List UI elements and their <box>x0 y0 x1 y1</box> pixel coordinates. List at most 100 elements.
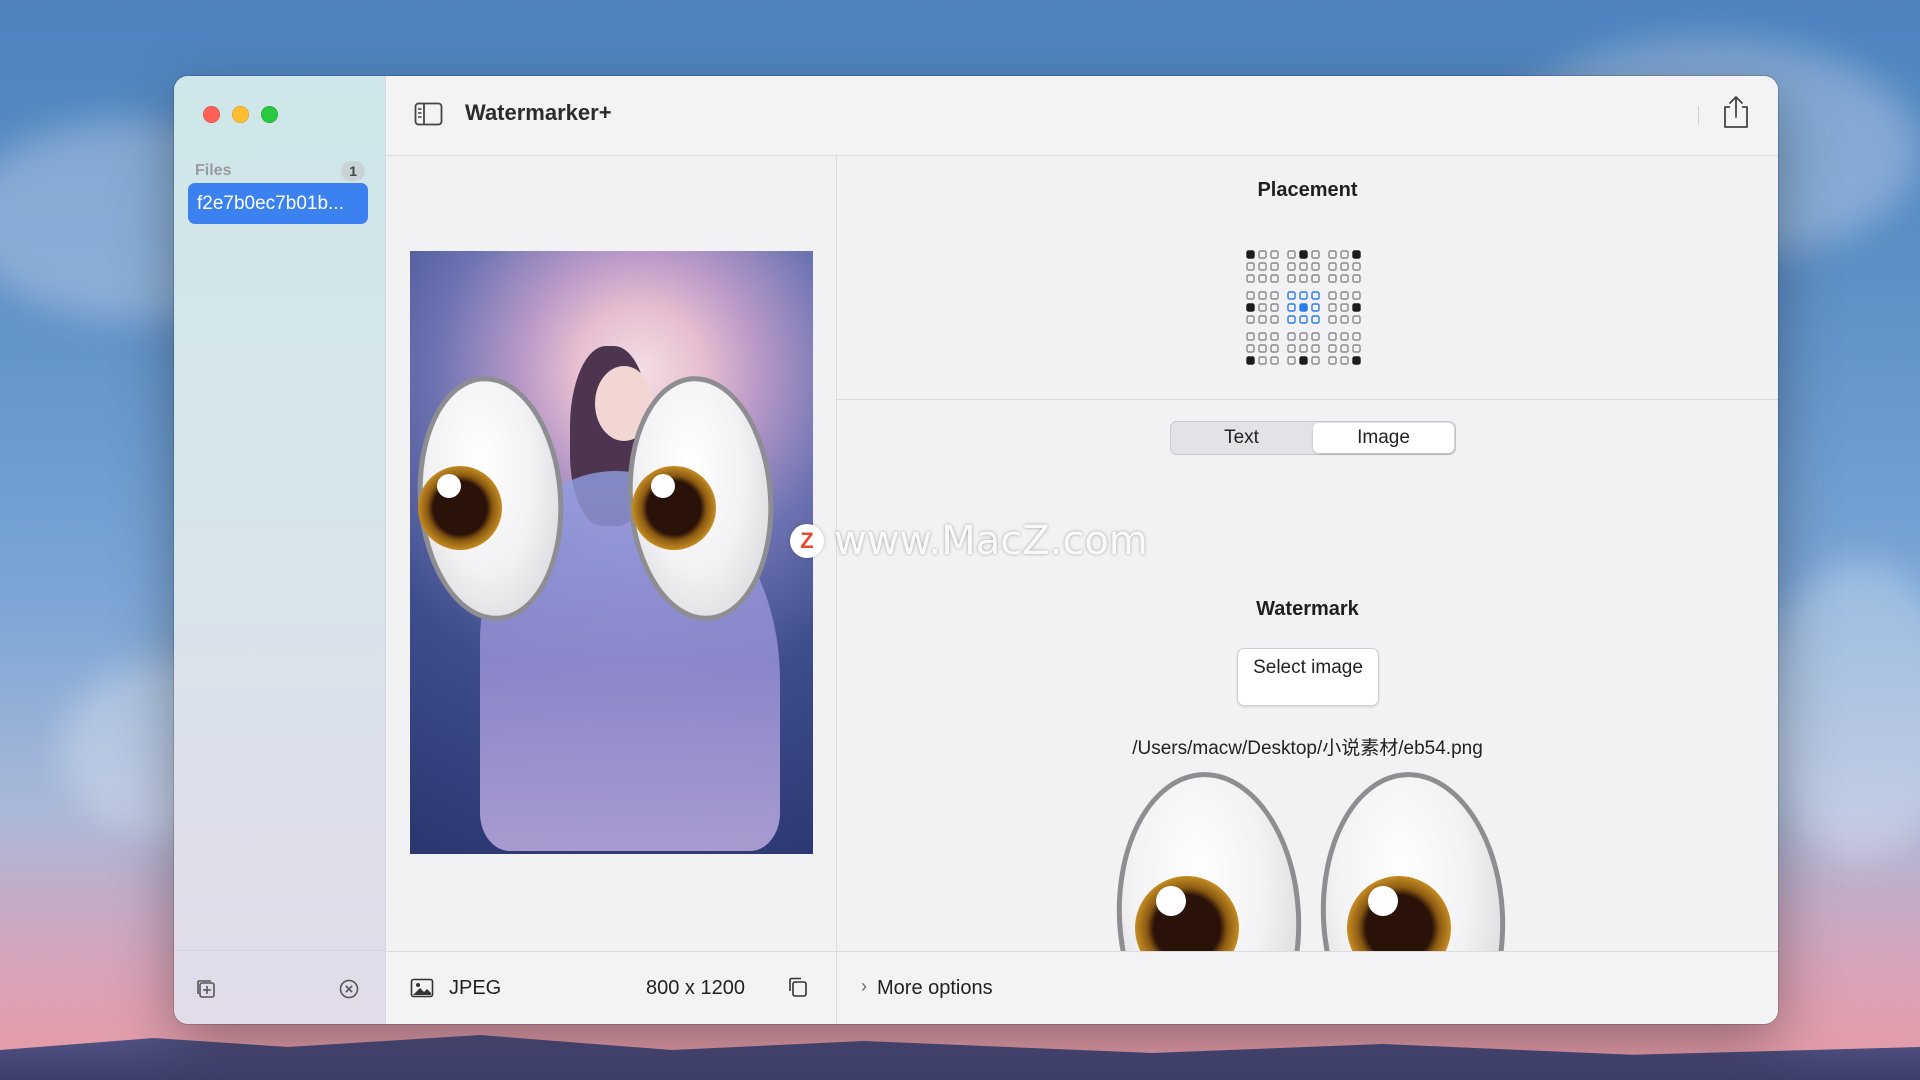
placement-cell[interactable] <box>1270 303 1279 312</box>
placement-cell[interactable] <box>1352 303 1361 312</box>
placement-cell[interactable] <box>1340 356 1349 365</box>
placement-cell[interactable] <box>1311 332 1320 341</box>
placement-cell[interactable] <box>1340 344 1349 353</box>
placement-title: Placement <box>1257 179 1358 201</box>
placement-cell[interactable] <box>1270 356 1279 365</box>
placement-cell-center[interactable] <box>1311 315 1320 324</box>
placement-cell[interactable] <box>1311 262 1320 271</box>
placement-cell[interactable] <box>1299 274 1308 283</box>
placement-cell[interactable] <box>1270 344 1279 353</box>
placement-cell[interactable] <box>1299 332 1308 341</box>
placement-cell[interactable] <box>1270 315 1279 324</box>
placement-cell[interactable] <box>1258 291 1267 300</box>
placement-cell[interactable] <box>1299 356 1308 365</box>
zoom-window-button[interactable] <box>261 106 278 123</box>
placement-cell[interactable] <box>1287 250 1296 259</box>
placement-cell[interactable] <box>1352 332 1361 341</box>
placement-grid[interactable] <box>1246 250 1370 378</box>
placement-cell[interactable] <box>1258 303 1267 312</box>
close-window-button[interactable] <box>203 106 220 123</box>
placement-cell[interactable] <box>1311 356 1320 365</box>
preview-image[interactable] <box>410 251 813 854</box>
placement-cell[interactable] <box>1340 332 1349 341</box>
placement-cell[interactable] <box>1246 315 1255 324</box>
more-options-toggle[interactable]: More options <box>877 977 993 1000</box>
placement-cell[interactable] <box>1340 250 1349 259</box>
placement-cell-center[interactable] <box>1299 315 1308 324</box>
placement-cell-center[interactable] <box>1287 315 1296 324</box>
placement-cell[interactable] <box>1340 262 1349 271</box>
placement-cell-center[interactable] <box>1311 291 1320 300</box>
placement-cell[interactable] <box>1258 274 1267 283</box>
files-section-header: Files 1 <box>195 160 365 182</box>
placement-cell[interactable] <box>1328 344 1337 353</box>
placement-cell[interactable] <box>1258 332 1267 341</box>
placement-cell[interactable] <box>1311 250 1320 259</box>
chevron-right-icon[interactable]: › <box>861 976 867 997</box>
placement-cell[interactable] <box>1258 262 1267 271</box>
placement-cell[interactable] <box>1287 344 1296 353</box>
placement-cell[interactable] <box>1246 332 1255 341</box>
placement-cell[interactable] <box>1258 315 1267 324</box>
placement-cell[interactable] <box>1299 344 1308 353</box>
placement-cell[interactable] <box>1270 332 1279 341</box>
placement-cell[interactable] <box>1328 250 1337 259</box>
placement-cell[interactable] <box>1352 250 1361 259</box>
placement-cell-center[interactable] <box>1311 303 1320 312</box>
placement-cell[interactable] <box>1246 262 1255 271</box>
placement-cell[interactable] <box>1246 274 1255 283</box>
placement-cell[interactable] <box>1340 274 1349 283</box>
placement-cell[interactable] <box>1352 274 1361 283</box>
placement-cell[interactable] <box>1287 332 1296 341</box>
placement-cell-center[interactable] <box>1287 303 1296 312</box>
file-list-item[interactable]: f2e7b0ec7b01b... <box>188 183 368 224</box>
placement-cell[interactable] <box>1246 303 1255 312</box>
placement-cell[interactable] <box>1270 291 1279 300</box>
watermark-mode-segmented-control[interactable]: Text Image <box>1170 421 1456 455</box>
placement-cell[interactable] <box>1258 250 1267 259</box>
copy-icon[interactable] <box>787 976 809 998</box>
placement-cell[interactable] <box>1352 344 1361 353</box>
placement-cell[interactable] <box>1340 303 1349 312</box>
placement-cell[interactable] <box>1352 356 1361 365</box>
placement-cell[interactable] <box>1299 250 1308 259</box>
placement-cell[interactable] <box>1311 344 1320 353</box>
sidebar-icon[interactable] <box>414 102 443 126</box>
placement-cell[interactable] <box>1311 274 1320 283</box>
share-icon[interactable] <box>1720 94 1752 130</box>
tab-image[interactable]: Image <box>1313 423 1454 453</box>
placement-cell[interactable] <box>1328 303 1337 312</box>
placement-cell[interactable] <box>1287 262 1296 271</box>
placement-cell[interactable] <box>1246 250 1255 259</box>
remove-icon[interactable] <box>338 978 360 1000</box>
placement-cell[interactable] <box>1352 291 1361 300</box>
placement-cell[interactable] <box>1340 291 1349 300</box>
placement-cell[interactable] <box>1340 315 1349 324</box>
placement-cell[interactable] <box>1352 315 1361 324</box>
placement-cell[interactable] <box>1270 250 1279 259</box>
placement-cell[interactable] <box>1258 356 1267 365</box>
placement-cell[interactable] <box>1246 291 1255 300</box>
select-image-button[interactable]: Select image <box>1237 648 1379 706</box>
placement-cell[interactable] <box>1352 262 1361 271</box>
placement-cell-center[interactable] <box>1299 303 1308 312</box>
placement-cell[interactable] <box>1328 274 1337 283</box>
placement-cell-center[interactable] <box>1287 291 1296 300</box>
placement-cell[interactable] <box>1270 274 1279 283</box>
placement-cell[interactable] <box>1328 356 1337 365</box>
placement-cell[interactable] <box>1328 332 1337 341</box>
placement-cell[interactable] <box>1246 356 1255 365</box>
placement-cell[interactable] <box>1328 262 1337 271</box>
placement-cell[interactable] <box>1270 262 1279 271</box>
tab-text[interactable]: Text <box>1171 422 1312 454</box>
placement-cell[interactable] <box>1328 315 1337 324</box>
placement-cell[interactable] <box>1287 274 1296 283</box>
placement-cell[interactable] <box>1258 344 1267 353</box>
placement-cell[interactable] <box>1246 344 1255 353</box>
placement-cell[interactable] <box>1287 356 1296 365</box>
placement-cell[interactable] <box>1299 262 1308 271</box>
add-file-icon[interactable] <box>195 978 217 1000</box>
placement-cell[interactable] <box>1328 291 1337 300</box>
minimize-window-button[interactable] <box>232 106 249 123</box>
placement-cell-center[interactable] <box>1299 291 1308 300</box>
